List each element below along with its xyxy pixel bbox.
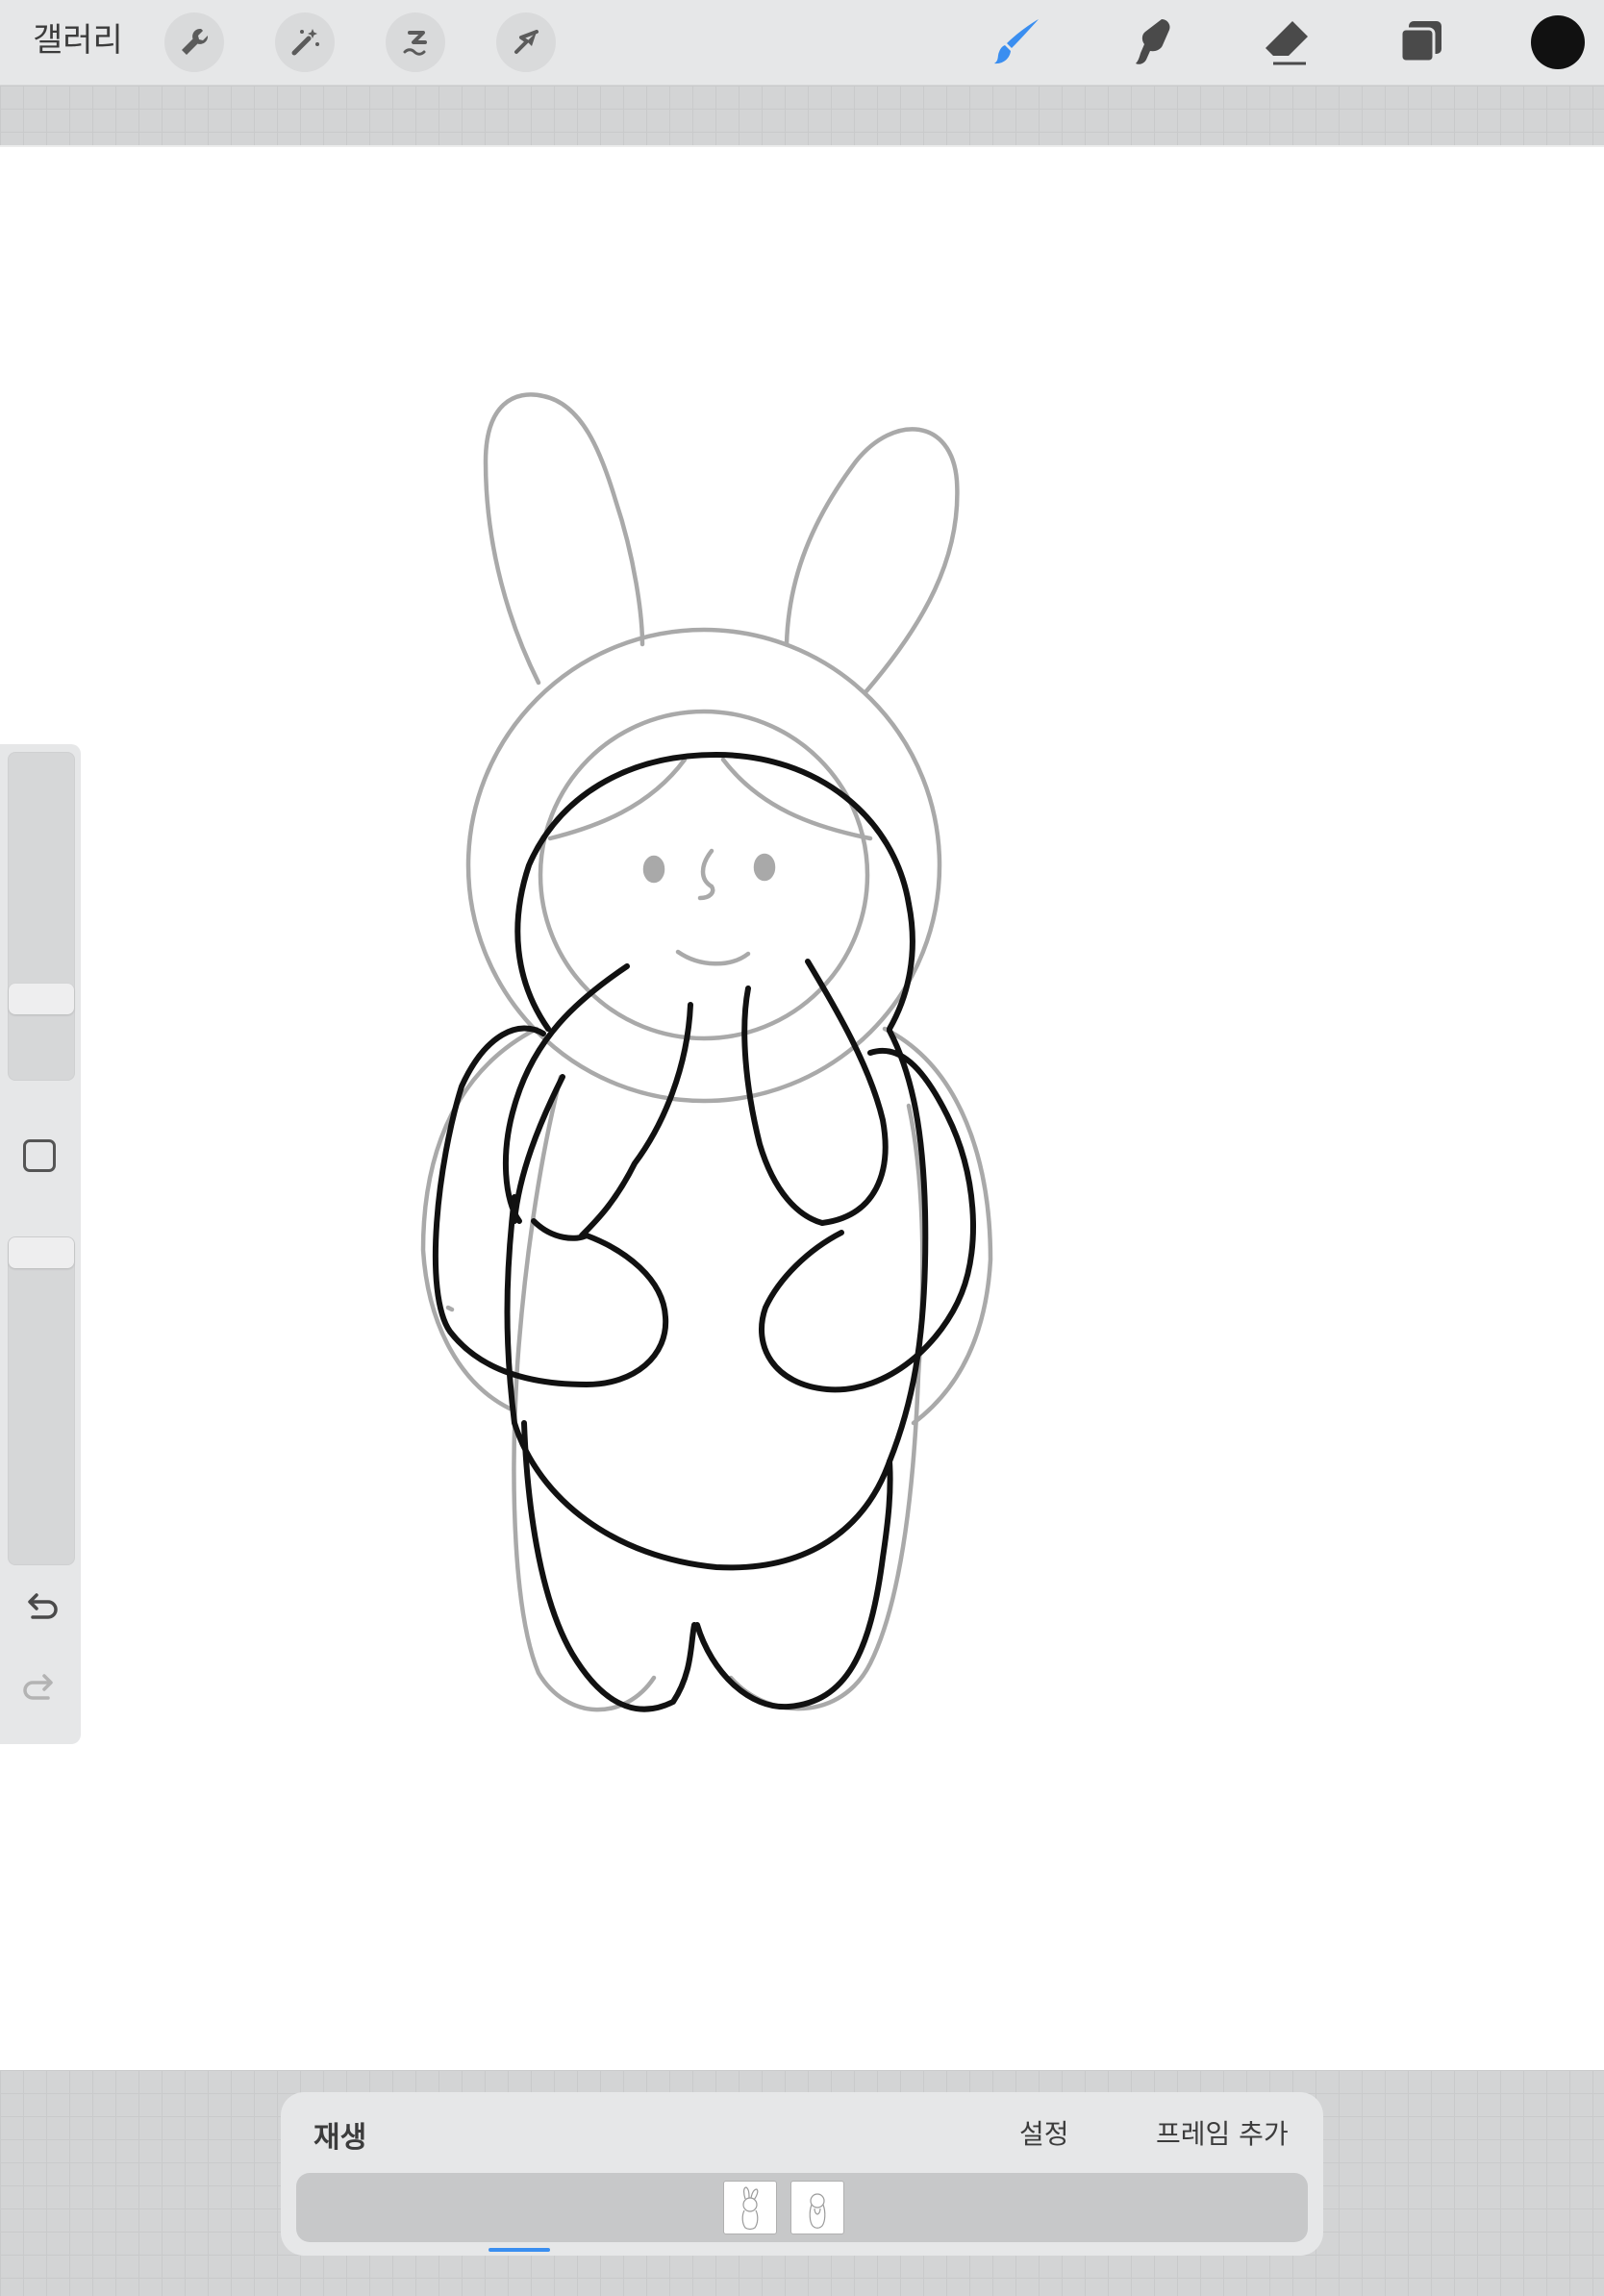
gallery-button[interactable]: 갤러리	[33, 17, 123, 63]
actions-button[interactable]	[164, 12, 224, 72]
onion-skin-frame	[420, 392, 993, 1712]
redo-icon[interactable]	[19, 1669, 62, 1711]
wrench-icon	[182, 28, 209, 55]
modify-button[interactable]	[23, 1139, 56, 1172]
selected-frame-indicator	[489, 2248, 550, 2252]
transform-button[interactable]	[496, 12, 556, 72]
frame-thumbnail-2[interactable]	[790, 2181, 844, 2234]
brush-size-thumb[interactable]	[9, 984, 74, 1014]
transform-arrow-icon	[514, 30, 539, 54]
play-button[interactable]: 재생	[313, 2113, 366, 2156]
frame-timeline[interactable]	[296, 2173, 1308, 2242]
brush-size-slider[interactable]	[8, 752, 75, 1081]
selection-button[interactable]	[386, 12, 445, 72]
eraser-button[interactable]	[1258, 13, 1316, 71]
layers-button[interactable]	[1392, 13, 1450, 71]
layers-icon	[1399, 21, 1441, 63]
brush-icon	[994, 19, 1039, 64]
frame-2-preview	[809, 2193, 826, 2229]
smudge-button[interactable]	[1123, 13, 1181, 71]
brush-button[interactable]	[989, 13, 1046, 71]
selection-icon	[403, 31, 427, 56]
left-sidebar	[0, 744, 81, 1744]
top-toolbar: 갤러리	[0, 0, 1604, 86]
animation-assist-panel: 재생 설정 프레임 추가	[281, 2092, 1323, 2256]
add-frame-button[interactable]: 프레임 추가	[1156, 2113, 1289, 2152]
magic-wand-icon	[291, 29, 319, 56]
eraser-icon	[1266, 21, 1308, 65]
frame-1-preview	[741, 2186, 759, 2231]
settings-button[interactable]: 설정	[1019, 2113, 1069, 2152]
drawing-canvas[interactable]	[0, 147, 1604, 2070]
color-picker-swatch[interactable]	[1531, 15, 1585, 69]
opacity-thumb[interactable]	[9, 1237, 74, 1268]
canvas-background-strip	[0, 86, 1604, 147]
adjustments-button[interactable]	[275, 12, 335, 72]
smudge-icon	[1136, 19, 1170, 64]
rabbit-drawing	[420, 392, 993, 1712]
frame-thumbnail-1[interactable]	[723, 2181, 777, 2234]
opacity-slider[interactable]	[8, 1236, 75, 1565]
undo-icon[interactable]	[19, 1588, 62, 1631]
